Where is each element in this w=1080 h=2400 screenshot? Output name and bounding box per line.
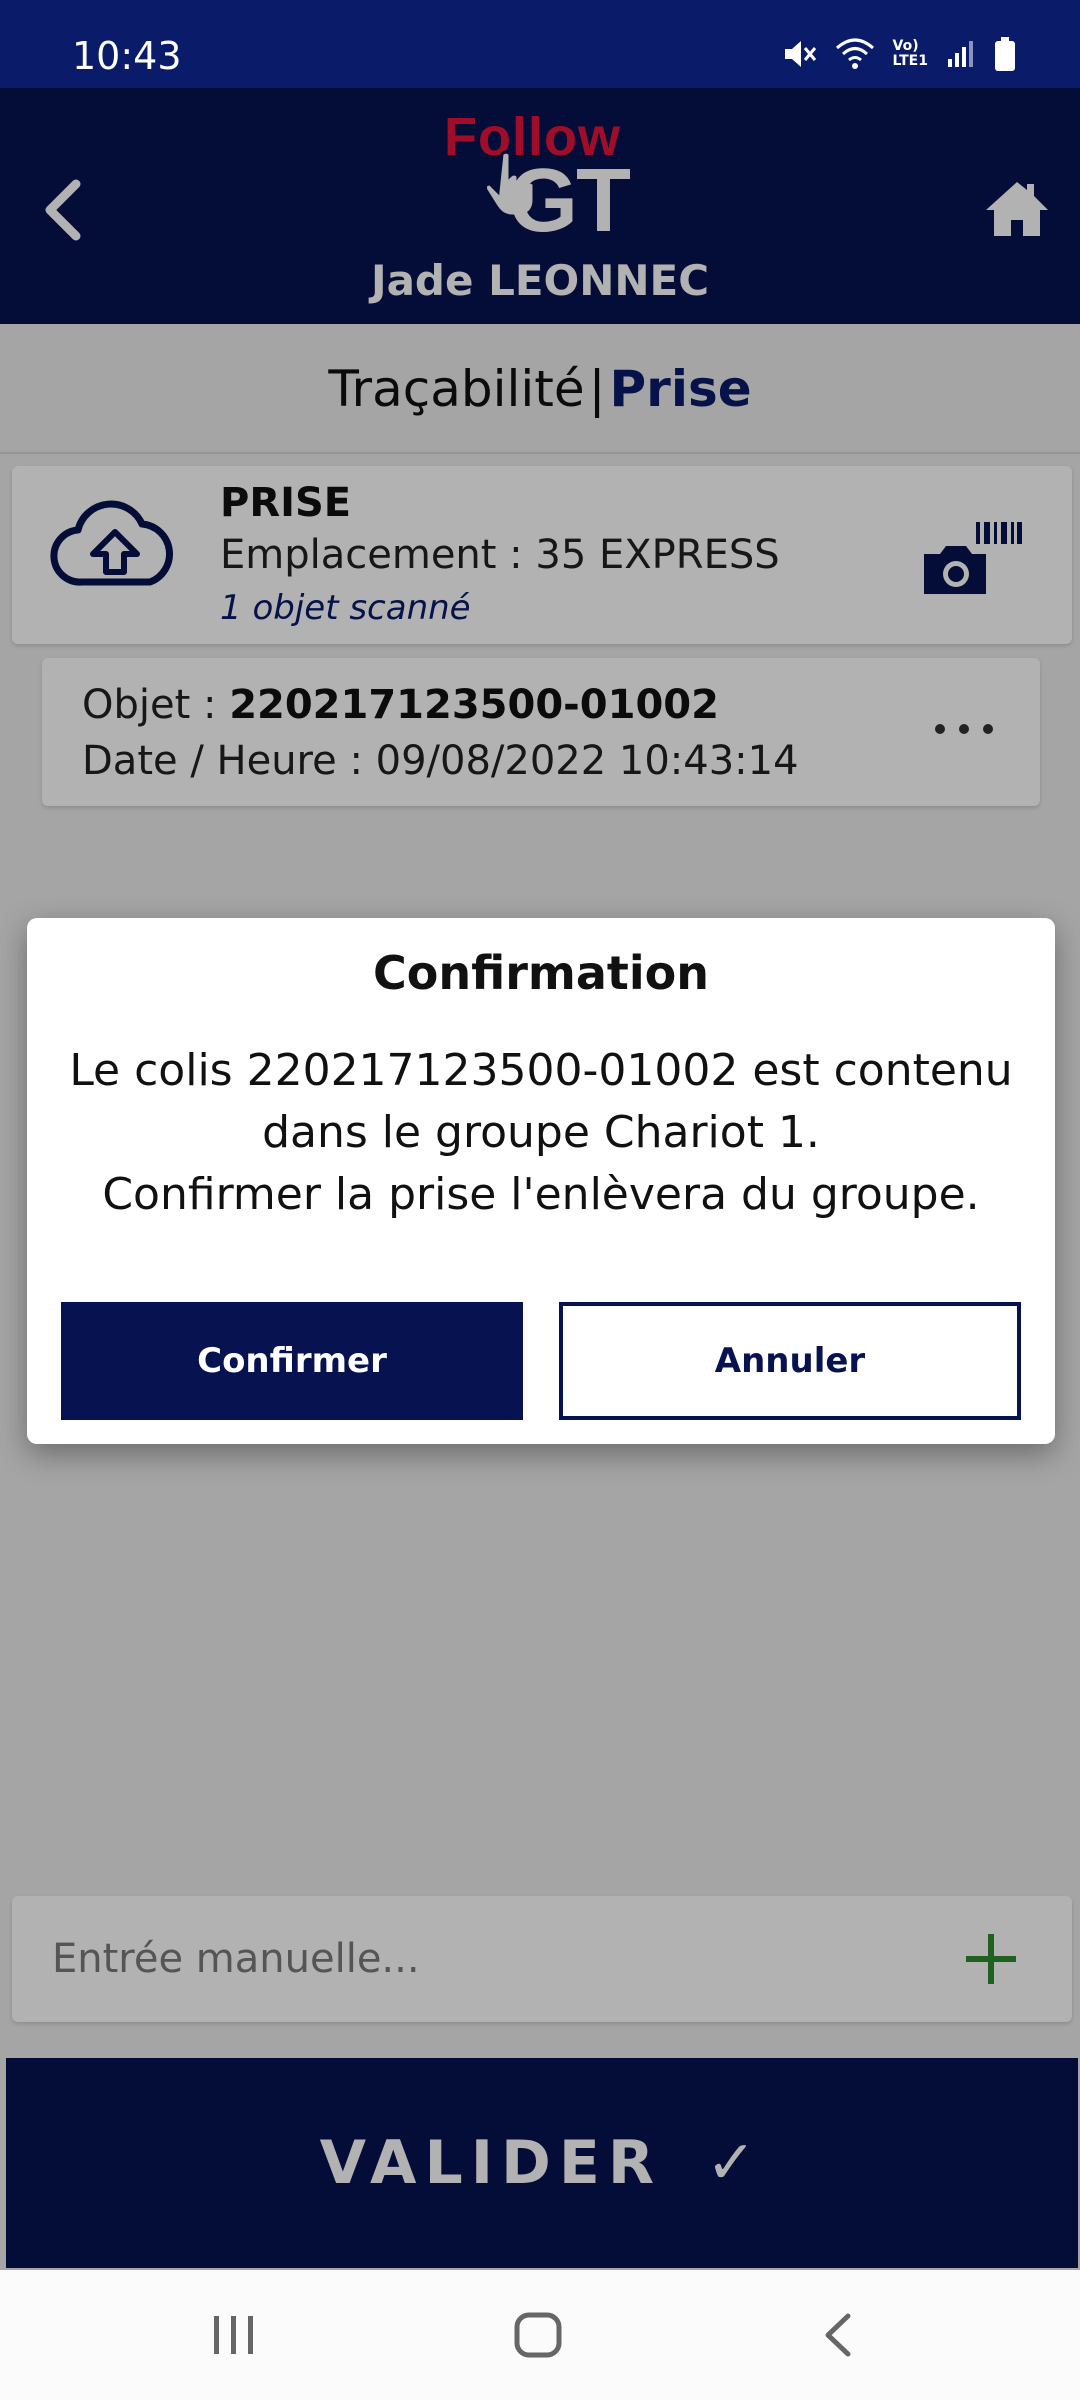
status-time: 10:43 — [72, 34, 182, 78]
back-nav-icon[interactable] — [818, 2310, 858, 2360]
home-nav-icon[interactable] — [512, 2310, 566, 2360]
confirm-button[interactable]: Confirmer — [61, 1302, 523, 1420]
dialog-message-line-2: dans le groupe Chariot 1. — [262, 1107, 820, 1158]
confirmation-dialog: Confirmation Le colis 220217123500-01002… — [27, 918, 1055, 1444]
system-nav-bar — [0, 2270, 1080, 2400]
battery-icon — [995, 37, 1015, 71]
recent-apps-icon[interactable] — [210, 2310, 258, 2360]
cancel-button[interactable]: Annuler — [559, 1302, 1021, 1420]
status-bar: 10:43 Vo) LTE1 — [0, 0, 1080, 88]
dialog-message: Le colis 220217123500-01002 est contenu … — [67, 1040, 1015, 1226]
dialog-message-line-3: Confirmer la prise l'enlèvera du groupe. — [102, 1169, 980, 1220]
dialog-title: Confirmation — [373, 946, 709, 1000]
volte-icon: Vo) LTE1 — [892, 38, 928, 69]
dialog-message-line-1: Le colis 220217123500-01002 est contenu — [69, 1045, 1013, 1096]
wifi-icon — [835, 38, 874, 69]
signal-icon — [948, 41, 973, 67]
mute-icon — [784, 41, 816, 67]
